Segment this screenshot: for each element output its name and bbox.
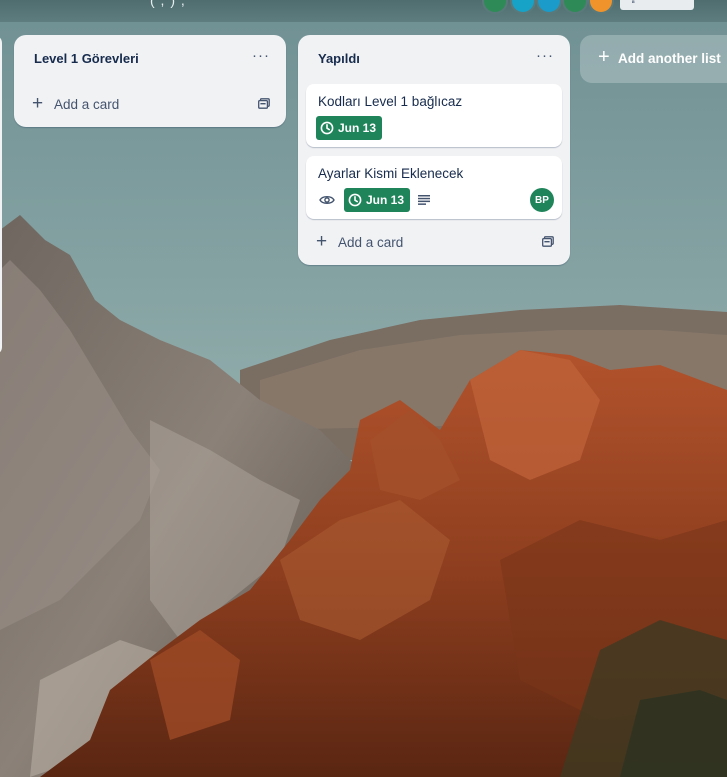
board-header-clipped-text: ( , ) , <box>150 0 186 8</box>
clock-icon <box>320 121 334 135</box>
due-date-badge[interactable]: Jun 13 <box>344 188 411 212</box>
due-date-label: Jun 13 <box>366 193 405 207</box>
add-another-list-button[interactable]: + Add another list <box>580 35 727 83</box>
member-avatar[interactable] <box>482 0 508 14</box>
list-title[interactable]: Yapıldı <box>318 51 360 66</box>
card-title: Kodları Level 1 bağlıcaz <box>318 94 463 109</box>
eye-icon <box>319 196 335 204</box>
due-date-label: Jun 13 <box>338 121 377 135</box>
description-lines-icon <box>418 195 430 205</box>
member-avatar[interactable] <box>536 0 562 14</box>
card[interactable]: Ayarlar Kismi Eklenecek Jun 13 BP <box>306 156 562 219</box>
plus-icon: + <box>32 93 44 114</box>
share-button[interactable]: ⇪ <box>620 0 694 10</box>
list-header[interactable]: Yapıldı ··· <box>298 35 570 83</box>
list-level-1-gorevleri: Level 1 Görevleri ··· + Add a card <box>14 35 286 127</box>
list-header[interactable]: Level 1 Görevleri ··· <box>14 35 286 83</box>
card-template-icon[interactable] <box>542 236 554 247</box>
clock-icon <box>348 193 362 207</box>
add-card-label: Add a card <box>338 235 404 250</box>
board-header: ( , ) , ⇪ <box>0 0 727 22</box>
more-horizontal-icon[interactable]: ··· <box>536 47 554 64</box>
plus-icon: + <box>316 231 328 252</box>
previous-list-edge <box>0 35 2 355</box>
more-horizontal-icon[interactable]: ··· <box>252 47 270 64</box>
member-avatar[interactable] <box>510 0 536 14</box>
share-icon: ⇪ <box>629 0 638 6</box>
member-avatar[interactable] <box>588 0 614 14</box>
due-date-badge[interactable]: Jun 13 <box>316 116 383 140</box>
add-card-button[interactable]: + Add a card <box>306 227 562 259</box>
list-title[interactable]: Level 1 Görevleri <box>34 51 139 66</box>
card[interactable]: Kodları Level 1 bağlıcaz Jun 13 <box>306 84 562 147</box>
add-another-list-label: Add another list <box>618 51 721 66</box>
member-avatar[interactable]: BP <box>530 188 554 212</box>
add-card-label: Add a card <box>54 97 120 112</box>
list-yapildi: Yapıldı ··· Kodları Level 1 bağlıcaz Jun… <box>298 35 570 265</box>
member-avatar[interactable] <box>562 0 588 14</box>
card-template-icon[interactable] <box>258 98 270 109</box>
add-card-button[interactable]: + Add a card <box>22 89 278 121</box>
card-title: Ayarlar Kismi Eklenecek <box>318 166 464 181</box>
plus-icon: + <box>598 46 610 68</box>
